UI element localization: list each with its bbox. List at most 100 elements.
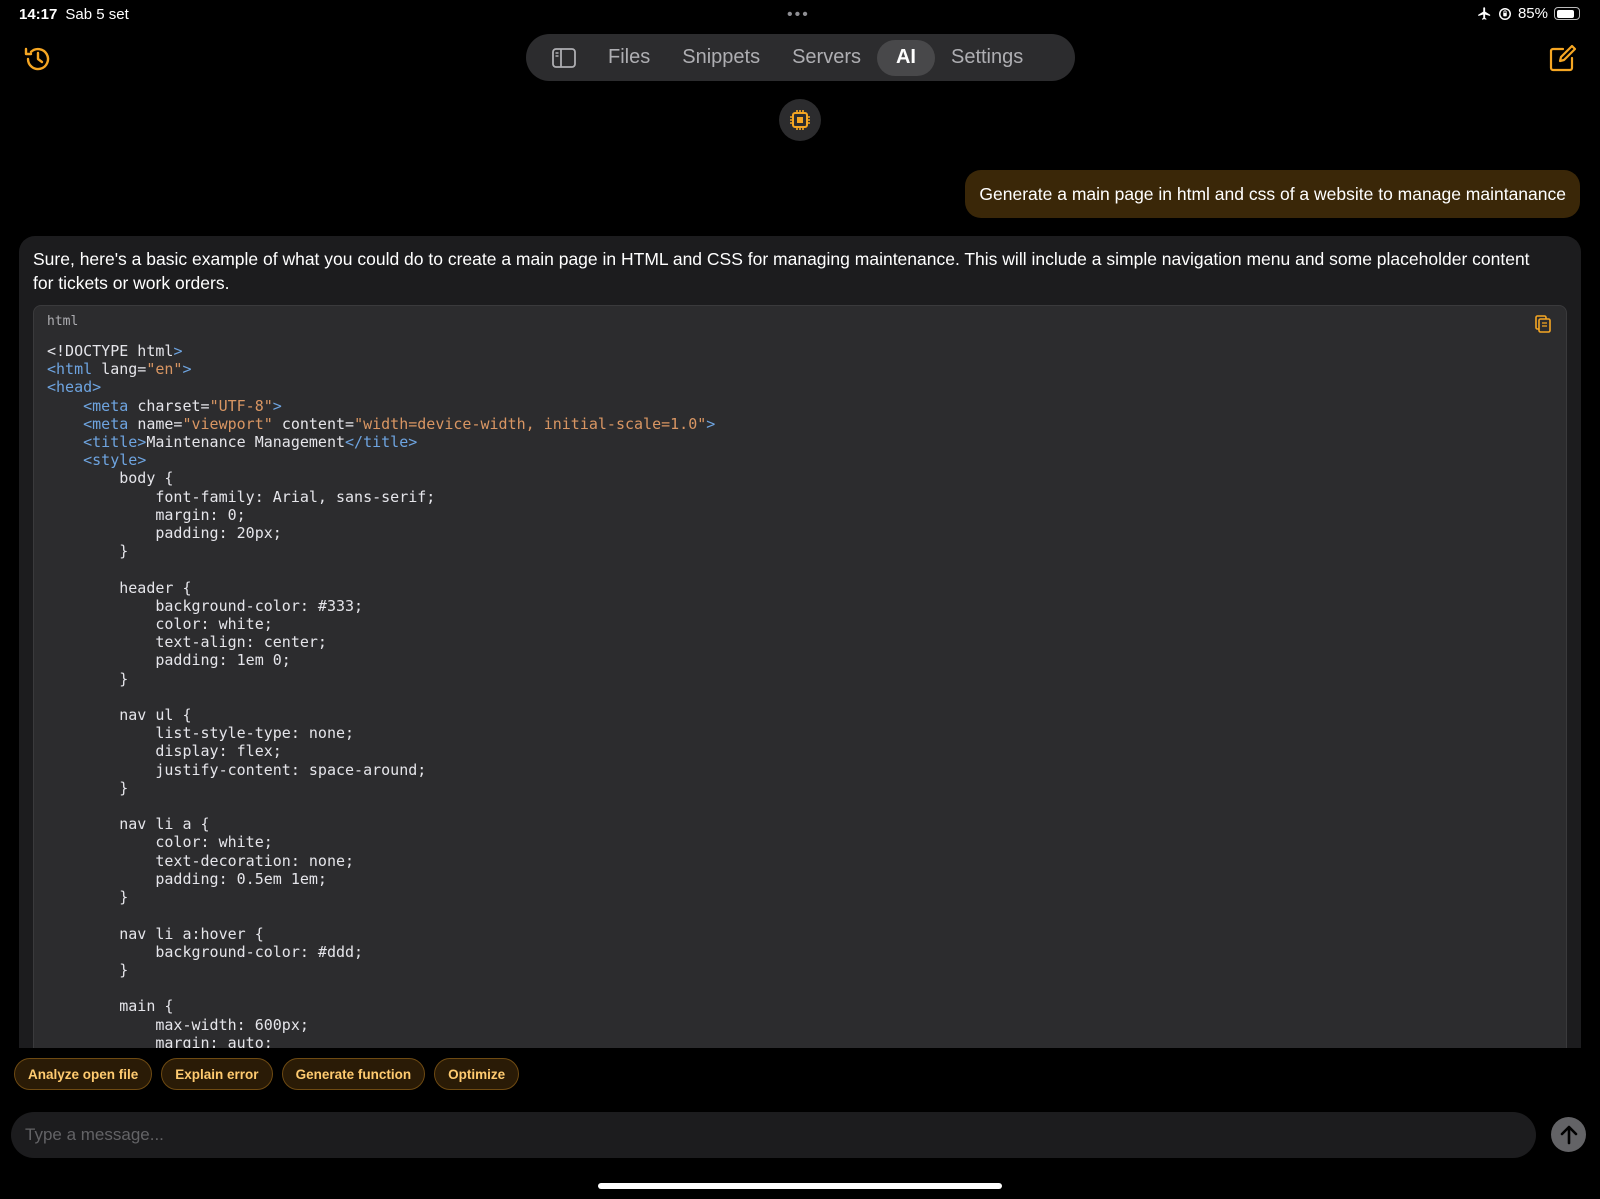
code-token: }: [47, 669, 129, 688]
code-line: padding: 20px;: [47, 524, 715, 542]
tab-bar: Files Snippets Servers AI Settings: [526, 34, 1075, 81]
code-line: body {: [47, 469, 715, 487]
battery-percent: 85%: [1517, 5, 1548, 22]
tab-servers[interactable]: Servers: [776, 40, 877, 76]
code-token: "en": [146, 360, 183, 379]
status-date: Sab 5 set: [65, 6, 129, 23]
code-token: >: [272, 396, 282, 415]
status-time: 14:17: [19, 6, 58, 23]
tab-files[interactable]: Files: [592, 40, 666, 76]
code-token: <head>: [47, 378, 102, 397]
code-token: Maintenance Management: [146, 433, 346, 452]
message-input[interactable]: [11, 1112, 1536, 1158]
code-token: >: [182, 360, 192, 379]
code-line: header {: [47, 579, 715, 597]
code-token: }: [47, 778, 129, 797]
assistant-message-card: Sure, here's a basic example of what you…: [19, 236, 1581, 1048]
code-line: <title>Maintenance Management</title>: [47, 433, 715, 451]
code-token: content=: [281, 414, 355, 433]
tab-snippets[interactable]: Snippets: [666, 40, 776, 76]
code-token: }: [47, 542, 129, 561]
code-token: <style>: [83, 451, 147, 470]
code-token: background-color: #ddd;: [47, 942, 364, 961]
code-line: text-align: center;: [47, 633, 715, 651]
battery-icon: [1554, 7, 1580, 20]
code-line: }: [47, 542, 715, 560]
suggestion-explain-error[interactable]: Explain error: [161, 1058, 273, 1090]
code-token: <title>: [83, 433, 147, 452]
code-language-label: html: [47, 314, 79, 329]
code-token: nav li a {: [47, 815, 210, 834]
code-token: <html: [47, 360, 102, 379]
suggestion-generate-function[interactable]: Generate function: [281, 1058, 426, 1090]
home-indicator[interactable]: [598, 1183, 1002, 1189]
code-token: "UTF-8": [209, 396, 273, 415]
code-line: padding: 0.5em 1em;: [47, 870, 715, 888]
copy-icon: [1535, 315, 1551, 333]
code-token: padding: 20px;: [47, 524, 282, 543]
code-line: justify-content: space-around;: [47, 761, 715, 779]
code-line: margin: 0;: [47, 506, 715, 524]
history-button[interactable]: [22, 43, 54, 75]
code-line: display: flex;: [47, 742, 715, 760]
code-line: <!DOCTYPE html>: [47, 342, 715, 360]
code-token: display: flex;: [47, 742, 282, 761]
multitasking-dots-icon[interactable]: •••: [787, 6, 810, 24]
code-token: >: [706, 414, 716, 433]
code-token: justify-content: space-around;: [47, 760, 427, 779]
new-chat-button[interactable]: [1548, 43, 1578, 73]
code-line: nav li a {: [47, 815, 715, 833]
code-token: text-align: center;: [47, 633, 327, 652]
arrow-up-icon: [1560, 1125, 1577, 1144]
code-line: background-color: #ddd;: [47, 943, 715, 961]
code-line: color: white;: [47, 833, 715, 851]
code-token: lang=: [101, 360, 147, 379]
battery-level: [1556, 9, 1574, 18]
copy-code-button[interactable]: [1534, 314, 1554, 334]
code-token: main {: [47, 997, 174, 1016]
code-token: padding: 1em 0;: [47, 651, 291, 670]
code-line: <head>: [47, 378, 715, 396]
sidebar-icon: [552, 47, 576, 68]
send-button[interactable]: [1551, 1117, 1586, 1152]
code-line: <html lang="en">: [47, 360, 715, 378]
code-block: html <!DOCTYPE html> <html lang="en"> <hea…: [33, 305, 1567, 1048]
suggestion-analyze-open-file[interactable]: Analyze open file: [14, 1058, 153, 1090]
status-time-date: 14:17 Sab 5 set: [19, 6, 129, 23]
history-icon: [24, 47, 50, 71]
code-token: text-decoration: none;: [47, 851, 355, 870]
status-indicators: 85%: [1477, 5, 1580, 22]
status-bar: 14:17 Sab 5 set ••• 85%: [0, 0, 1600, 28]
code-token: name=: [137, 414, 183, 433]
code-token: <!DOCTYPE html: [47, 342, 174, 360]
assistant-message-text: Sure, here's a basic example of what you…: [33, 249, 1530, 293]
code-token: </title>: [345, 433, 418, 452]
code-token: <meta: [83, 396, 138, 415]
suggestion-chips: Analyze open file Explain error Generate…: [14, 1058, 520, 1090]
sidebar-toggle-button[interactable]: [536, 40, 592, 76]
code-token: margin: 0;: [47, 505, 246, 524]
code-content: <!DOCTYPE html> <html lang="en"> <head> <m…: [47, 342, 715, 1048]
code-token: padding: 0.5em 1em;: [47, 869, 327, 888]
code-token: nav li a:hover {: [47, 924, 264, 943]
code-line: max-width: 600px;: [47, 1016, 715, 1034]
cpu-chip-icon: [790, 110, 810, 130]
code-token: margin: auto;: [47, 1033, 273, 1048]
code-line: main {: [47, 997, 715, 1015]
code-token: <meta: [83, 414, 138, 433]
message-composer: [11, 1112, 1536, 1158]
code-line: }: [47, 961, 715, 979]
tab-ai[interactable]: AI: [876, 39, 935, 76]
code-token: max-width: 600px;: [47, 1015, 309, 1034]
code-line: list-style-type: none;: [47, 724, 715, 742]
compose-icon: [1549, 44, 1577, 72]
code-token: header {: [47, 578, 192, 597]
tab-settings[interactable]: Settings: [935, 40, 1039, 76]
suggestion-optimize[interactable]: Optimize: [434, 1058, 520, 1090]
